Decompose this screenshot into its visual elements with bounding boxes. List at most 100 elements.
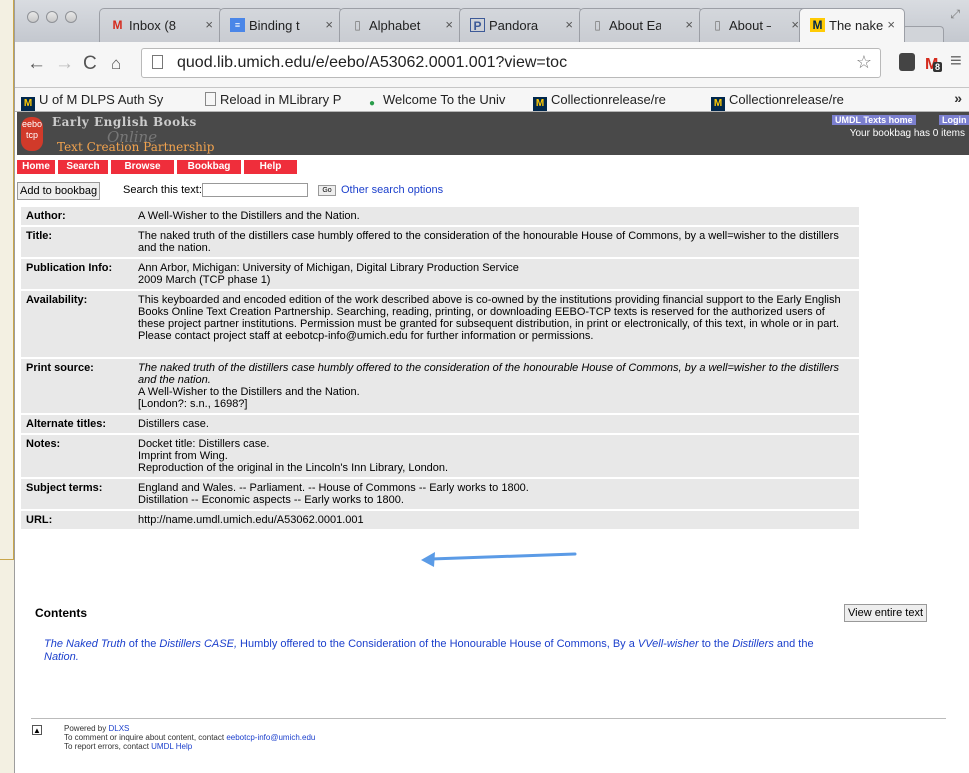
field-label: Alternate titles:	[21, 415, 133, 433]
field-label: Availability:	[21, 291, 133, 357]
tab-pandora[interactable]: P Pandora ×	[459, 8, 583, 42]
bookmark-star-icon[interactable]: ☆	[856, 52, 872, 73]
close-window-button[interactable]	[27, 11, 39, 23]
reload-icon[interactable]: C	[83, 53, 97, 75]
search-text-input[interactable]	[202, 183, 308, 197]
background-window-edge	[0, 0, 14, 560]
toc-part: Distillers CASE,	[159, 638, 237, 650]
gmail-extension-icon[interactable]: M8	[925, 56, 943, 74]
close-tab-icon[interactable]: ×	[791, 17, 799, 32]
contact-email-link[interactable]: eebotcp-info@umich.edu	[226, 733, 315, 742]
bookmark-item[interactable]: M U of M DLPS Auth Sy	[21, 92, 164, 111]
toc-part: Humbly offered to the Consideration of t…	[237, 638, 638, 650]
search-label: Search this text:	[123, 184, 202, 196]
bookmark-label: Collectionrelease/re	[729, 92, 844, 107]
forward-arrow-icon[interactable]: →	[55, 53, 74, 75]
eebo-logo[interactable]: eebo tcp	[21, 117, 43, 151]
logo-subtitle: Text Creation Partnership	[57, 140, 215, 154]
view-entire-text-button[interactable]: View entire text	[844, 604, 928, 622]
publication-row: Publication Info: Ann Arbor, Michigan: U…	[21, 259, 859, 289]
url-value-cell: http://name.umdl.umich.edu/A53062.0001.0…	[133, 511, 859, 529]
bookmark-item[interactable]: Reload in MLibrary P	[205, 92, 341, 108]
notes-value: Docket title: Distillers case. Imprint f…	[133, 435, 859, 477]
back-to-top-icon[interactable]: ▲	[32, 725, 42, 735]
tab-strip: M Inbox (8 × ≡ Binding t × ▯ Alphabet × …	[15, 0, 969, 43]
tab-inbox[interactable]: M Inbox (8 ×	[99, 8, 223, 42]
close-tab-icon[interactable]: ×	[685, 17, 693, 32]
fullscreen-icon[interactable]: ⤢	[950, 7, 960, 22]
field-label: Subject terms:	[21, 479, 133, 509]
evernote-extension-icon[interactable]	[899, 53, 915, 71]
availability-value: This keyboarded and encoded edition of t…	[133, 291, 859, 357]
footer-text: To report errors, contact	[64, 742, 152, 751]
bookmark-item[interactable]: ● Welcome To the Univ	[365, 92, 505, 109]
back-arrow-icon[interactable]: ←	[27, 53, 46, 75]
bookmark-item[interactable]: M Collectionrelease/re	[533, 92, 666, 111]
close-tab-icon[interactable]: ×	[565, 17, 573, 32]
bookmarks-bar: M U of M DLPS Auth Sy Reload in MLibrary …	[15, 88, 969, 112]
arrow-shaft	[429, 552, 577, 561]
toc-part: and the	[773, 638, 814, 650]
dlxs-link[interactable]: DLXS	[108, 724, 129, 733]
contents-heading: Contents	[35, 606, 87, 620]
tab-about[interactable]: ▯ About – ×	[699, 8, 809, 42]
site-header: eebo tcp Early English Books Online Text…	[17, 112, 969, 155]
nav-help[interactable]: Help	[244, 160, 297, 174]
new-tab-button[interactable]	[902, 26, 944, 43]
toc-part: Nation.	[44, 651, 79, 663]
unread-badge: 8	[933, 62, 943, 72]
bookmark-item[interactable]: M Collectionrelease/re	[711, 92, 844, 111]
toc-entry-link[interactable]: The Naked Truth of the Distillers CASE, …	[44, 638, 844, 664]
umdl-help-link[interactable]: UMDL Help	[151, 742, 192, 751]
print-source-value: The naked truth of the distillers case h…	[133, 359, 859, 413]
minimize-window-button[interactable]	[46, 11, 58, 23]
other-search-options-link[interactable]: Other search options	[341, 184, 443, 196]
address-bar[interactable]: quod.lib.umich.edu/e/eebo/A53062.0001.00…	[141, 48, 881, 78]
docs-icon: ≡	[230, 18, 245, 32]
umich-icon: M	[711, 97, 725, 111]
field-label: URL:	[21, 511, 133, 529]
browser-toolbar: ← → C ⌂ quod.lib.umich.edu/e/eebo/A53062…	[15, 42, 969, 88]
page-icon: ▯	[594, 18, 601, 32]
add-to-bookbag-button[interactable]: Add to bookbag	[17, 182, 101, 200]
field-label: Print source:	[21, 359, 133, 413]
nav-bookbag[interactable]: Bookbag	[177, 160, 241, 174]
menu-icon[interactable]: ≡	[950, 50, 962, 73]
nav-browse[interactable]: Browse	[111, 160, 174, 174]
author-row: Author: A Well-Wisher to the Distillers …	[21, 207, 859, 225]
page-icon	[205, 92, 216, 106]
field-label: Publication Info:	[21, 259, 133, 289]
umdl-home-link[interactable]: UMDL Texts home	[832, 115, 916, 125]
umich-icon: M	[533, 97, 547, 111]
footer-text: Powered by	[64, 724, 109, 733]
zoom-window-button[interactable]	[65, 11, 77, 23]
close-tab-icon[interactable]: ×	[325, 17, 333, 32]
alternate-titles-row: Alternate titles: Distillers case.	[21, 415, 859, 433]
more-bookmarks-icon[interactable]: »	[954, 90, 962, 106]
close-tab-icon[interactable]: ×	[445, 17, 453, 32]
pandora-icon: P	[470, 18, 485, 33]
close-tab-icon[interactable]: ×	[205, 17, 213, 32]
tab-label: About Ea	[609, 18, 661, 33]
note-line: Imprint from Wing.	[138, 450, 228, 462]
toc-part: to the	[698, 638, 733, 650]
bookmark-label: U of M DLPS Auth Sy	[39, 92, 164, 107]
tab-label: The nake	[829, 18, 884, 33]
close-tab-icon[interactable]: ×	[887, 17, 895, 32]
tab-binding[interactable]: ≡ Binding t ×	[219, 8, 343, 42]
annotation-arrow	[421, 552, 577, 567]
tab-alphabet[interactable]: ▯ Alphabet ×	[339, 8, 463, 42]
home-icon[interactable]: ⌂	[111, 54, 121, 74]
record-table: Author: A Well-Wisher to the Distillers …	[21, 205, 859, 531]
url-value[interactable]: http://name.umdl.umich.edu/A53062.0001.0…	[138, 514, 364, 526]
tab-about-ea[interactable]: ▯ About Ea ×	[579, 8, 703, 42]
errors-line: To report errors, contact UMDL Help	[64, 742, 315, 751]
bookmark-label: Collectionrelease/re	[551, 92, 666, 107]
nav-search[interactable]: Search	[58, 160, 108, 174]
nav-home[interactable]: Home	[17, 160, 55, 174]
go-button[interactable]: Go	[318, 185, 336, 196]
tab-the-naked-truth[interactable]: M The nake ×	[799, 8, 905, 42]
field-label: Author:	[21, 207, 133, 225]
login-link[interactable]: Login	[939, 115, 969, 125]
print-author: A Well-Wisher to the Distillers and the …	[138, 386, 360, 398]
